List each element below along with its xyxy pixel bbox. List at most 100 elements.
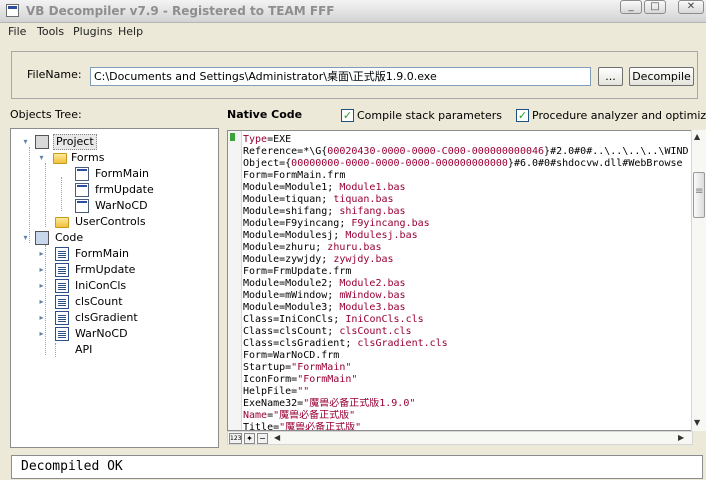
procedure-analyzer-label: Procedure analyzer and optimizer: [532, 109, 706, 122]
menu-help[interactable]: Help: [118, 25, 143, 38]
editor-gutter: [228, 131, 242, 430]
form-icon: [75, 183, 89, 197]
tree-item-formmain[interactable]: FormMain: [71, 166, 211, 182]
expand-icon[interactable]: ▸: [37, 294, 46, 310]
tree-item-usercontrols[interactable]: UserControls: [53, 214, 203, 230]
collapse-icon[interactable]: ▾: [21, 134, 30, 150]
scroll-up-icon[interactable]: ▲: [694, 132, 700, 141]
tree-item-code[interactable]: ▾ Code: [21, 230, 201, 246]
code-line: Class=clsGradient; clsGradient.cls: [243, 338, 692, 350]
form-icon: [75, 199, 89, 213]
procedure-analyzer-checkbox[interactable]: ✓: [516, 109, 529, 122]
tree-item-code-formmain[interactable]: ▸ FormMain: [37, 246, 207, 262]
code-token: =EXE: [267, 134, 292, 145]
code-line: Module=Module1; Module1.bas: [243, 182, 692, 194]
add-bookmark-button[interactable]: ✦: [244, 433, 255, 444]
tree-connector: [29, 147, 30, 243]
code-line: Module=F9yincang; F9yincang.bas: [243, 218, 692, 230]
code-token: Form=WarNoCD.frm: [243, 350, 340, 361]
expand-icon[interactable]: ▸: [37, 326, 46, 342]
code-line: Form=WarNoCD.frm: [243, 350, 692, 362]
code-line: Type=EXE: [243, 134, 692, 146]
scroll-left-icon[interactable]: ◀: [274, 433, 280, 442]
code-token: Reference=*\G{: [243, 146, 328, 157]
code-line: Form=FormMain.frm: [243, 170, 692, 182]
menu-bar: File Tools Plugins Help: [0, 23, 706, 41]
compile-stack-checkbox[interactable]: ✓: [341, 109, 354, 122]
app-icon: [6, 4, 19, 17]
code-token: Module=zhuru;: [243, 242, 328, 253]
code-token: Class=clsCount;: [243, 326, 340, 337]
code-icon: [55, 311, 69, 325]
code-token: Module1.bas: [339, 182, 406, 193]
code-line: HelpFile="": [243, 386, 692, 398]
code-line: Module=mWindow; mWindow.bas: [243, 290, 692, 302]
tree-item-label: UserControls: [75, 215, 146, 228]
code-token: Object={: [243, 158, 292, 169]
filename-input[interactable]: C:\Documents and Settings\Administrator\…: [90, 67, 591, 86]
browse-button[interactable]: ...: [598, 67, 623, 86]
tree-item-label: WarNoCD: [75, 327, 128, 340]
collapse-icon[interactable]: ▾: [37, 150, 46, 166]
scroll-right-icon[interactable]: ▶: [678, 433, 684, 442]
tree-item-code-clscount[interactable]: ▸ clsCount: [37, 294, 207, 310]
tree-item-warnocd[interactable]: WarNoCD: [71, 198, 211, 214]
code-folder-icon: [35, 231, 49, 245]
tree-item-code-frmupdate[interactable]: ▸ FrmUpdate: [37, 262, 207, 278]
tree-item-code-iniconcls[interactable]: ▸ IniConCls: [37, 278, 207, 294]
compile-stack-label: Compile stack parameters: [357, 109, 502, 122]
code-token: mWindow.bas: [339, 290, 406, 301]
code-token: "": [297, 386, 310, 397]
expand-icon[interactable]: ▸: [37, 246, 46, 262]
code-line: Module=shifang; shifang.bas: [243, 206, 692, 218]
close-button[interactable]: ✕: [678, 0, 704, 14]
code-token: Module=Modulesj;: [243, 230, 346, 241]
expand-icon[interactable]: ▸: [37, 278, 46, 294]
menu-plugins[interactable]: Plugins: [73, 25, 112, 38]
scroll-down-icon[interactable]: ▼: [694, 418, 700, 427]
folder-icon: [53, 153, 67, 164]
tree-item-code-warnocd[interactable]: ▸ WarNoCD: [37, 326, 207, 342]
code-icon: [55, 295, 69, 309]
expand-icon[interactable]: ▸: [37, 262, 46, 278]
objects-tree[interactable]: ▾ Project ▾ Forms FormMain frmUpdate War…: [10, 128, 219, 448]
line-numbers-button[interactable]: 123: [229, 433, 242, 444]
code-token: Module=shifang;: [243, 206, 340, 217]
collapse-icon[interactable]: ▾: [21, 230, 30, 246]
menu-file[interactable]: File: [8, 25, 26, 38]
remove-bookmark-button[interactable]: −: [257, 433, 268, 444]
menu-tools[interactable]: Tools: [37, 25, 64, 38]
filename-label: FileName:: [27, 68, 82, 81]
tree-item-forms[interactable]: ▾ Forms: [37, 150, 197, 166]
code-token: Module=tiquan;: [243, 194, 334, 205]
code-token: Name: [243, 410, 268, 421]
code-token: IniConCls.cls: [345, 314, 424, 325]
code-line: Name="魔兽必备正式版": [243, 410, 692, 422]
code-token: 00020430-0000-0000-C000-000000000046: [327, 146, 545, 157]
api-icon: [55, 343, 57, 357]
native-code-editor[interactable]: Type=EXE Reference=*\G{00020430-0000-0000…: [227, 130, 693, 431]
tree-item-code-clsgradient[interactable]: ▸ clsGradient: [37, 310, 207, 326]
maximize-button[interactable]: □: [644, 0, 666, 14]
code-token: Form=FormMain.frm: [243, 170, 346, 181]
scroll-thumb[interactable]: [693, 172, 705, 218]
tree-item-api[interactable]: API: [37, 342, 207, 358]
status-bar: Decompiled OK: [11, 455, 703, 479]
tree-connector: [61, 177, 62, 211]
expand-icon[interactable]: ▸: [37, 310, 46, 326]
code-line: Module=tiquan; tiquan.bas: [243, 194, 692, 206]
vertical-scrollbar[interactable]: ▲ ▼: [691, 130, 706, 431]
tree-item-frmupdate[interactable]: frmUpdate: [71, 182, 211, 198]
tree-item-project[interactable]: ▾ Project: [21, 134, 201, 150]
tree-item-label: Code: [55, 231, 84, 244]
tree-item-label: Forms: [71, 151, 105, 164]
code-token: Module=zywjdy;: [243, 254, 334, 265]
folder-icon: [55, 217, 69, 228]
code-token: F9yincang.bas: [351, 218, 430, 229]
decompile-button[interactable]: Decompile: [629, 67, 694, 86]
horizontal-scrollbar[interactable]: 123 ✦ − ◀ ▶: [227, 431, 693, 445]
minimize-button[interactable]: _: [620, 0, 642, 14]
code-token: Type: [243, 134, 268, 145]
code-token: 00000000-0000-0000-0000-000000000000: [291, 158, 508, 169]
code-token: IconForm=: [243, 374, 298, 385]
